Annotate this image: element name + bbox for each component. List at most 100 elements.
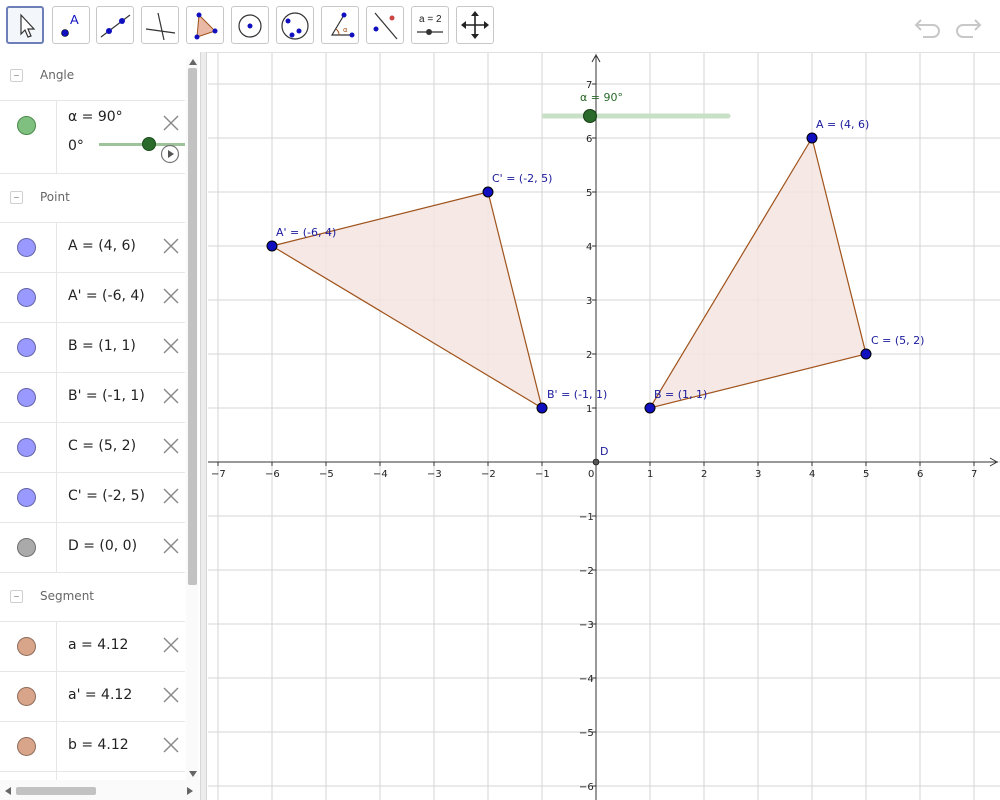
point-tool-label: A — [70, 12, 79, 27]
circle-tool-button[interactable] — [231, 6, 269, 44]
conic-tool-button[interactable] — [276, 6, 314, 44]
slider-tool-button[interactable]: a = 2 — [411, 6, 449, 44]
point-marker[interactable] — [860, 348, 872, 360]
algebra-item[interactable]: A = (4, 6) — [0, 223, 185, 273]
delete-icon[interactable] — [162, 287, 180, 305]
algebra-item[interactable]: a = 4.12 — [0, 622, 185, 672]
undo-button[interactable] — [913, 10, 945, 42]
algebra-item-expression[interactable]: A' = (-6, 4) — [68, 288, 145, 304]
scroll-down-arrow-icon[interactable] — [188, 770, 198, 778]
algebra-item-expression[interactable]: a = 4.12 — [68, 637, 128, 653]
redo-button[interactable] — [951, 10, 983, 42]
visibility-toggle[interactable] — [17, 637, 36, 656]
visibility-toggle[interactable] — [17, 288, 36, 307]
triangle-polygon[interactable] — [648, 136, 867, 409]
point-marker[interactable] — [592, 458, 600, 466]
delete-icon[interactable] — [162, 487, 180, 505]
collapse-icon[interactable] — [10, 590, 23, 603]
algebra-item-expression[interactable]: α = 90° — [68, 109, 123, 125]
visibility-toggle[interactable] — [17, 538, 36, 557]
delete-icon[interactable] — [162, 736, 180, 754]
triangle-polygon[interactable] — [270, 191, 543, 410]
algebra-scroll-thumb[interactable] — [188, 68, 197, 585]
y-tick-label: 4 — [586, 242, 592, 253]
group-header-segment[interactable]: Segment — [0, 573, 185, 622]
conic-icon — [281, 12, 309, 40]
algebra-item[interactable]: C' = (-2, 5) — [0, 473, 185, 523]
group-header-angle[interactable]: Angle — [0, 52, 185, 101]
scroll-up-arrow-icon[interactable] — [188, 58, 198, 66]
reflect-tool-button[interactable] — [366, 6, 404, 44]
visibility-toggle[interactable] — [17, 737, 36, 756]
x-tick-label: 4 — [809, 469, 815, 480]
visibility-toggle[interactable] — [17, 488, 36, 507]
algebra-item[interactable]: A' = (-6, 4) — [0, 273, 185, 323]
point-marker[interactable] — [536, 402, 548, 414]
x-tick-label: −2 — [481, 469, 496, 480]
delete-icon[interactable] — [162, 237, 180, 255]
polygon-tool-button[interactable] — [186, 6, 224, 44]
algebra-item-expression[interactable]: D = (0, 0) — [68, 538, 137, 554]
algebra-item-alpha[interactable]: α = 90° 0° — [0, 101, 185, 174]
toolbar: A α a = 2 — [0, 0, 1000, 53]
move-tool-button[interactable] — [6, 6, 44, 44]
delete-icon[interactable] — [162, 437, 180, 455]
line-tool-button[interactable] — [96, 6, 134, 44]
visibility-toggle[interactable] — [17, 116, 36, 135]
algebra-item-expression[interactable]: B = (1, 1) — [68, 338, 136, 354]
delete-icon[interactable] — [162, 686, 180, 704]
collapse-icon[interactable] — [10, 69, 23, 82]
collapse-icon[interactable] — [10, 191, 23, 204]
algebra-item-expression[interactable]: C' = (-2, 5) — [68, 488, 145, 504]
algebra-item[interactable]: a' = 4.12 — [0, 672, 185, 722]
algebra-item-expression[interactable]: C = (5, 2) — [68, 438, 136, 454]
graphics-slider[interactable]: α = 90° — [541, 91, 731, 123]
delete-icon[interactable] — [162, 636, 180, 654]
algebra-item[interactable]: b = 4.12 — [0, 722, 185, 772]
visibility-toggle[interactable] — [17, 388, 36, 407]
delete-icon[interactable] — [162, 114, 180, 132]
algebra-item[interactable]: C = (5, 2) — [0, 423, 185, 473]
algebra-hscroll-thumb[interactable] — [16, 787, 96, 795]
x-tick-label: 2 — [701, 469, 707, 480]
grid — [208, 53, 1000, 800]
reflect-line-icon — [373, 12, 398, 40]
algebra-item[interactable]: B' = (-1, 1) — [0, 373, 185, 423]
move-graphics-view-tool-button[interactable] — [456, 6, 494, 44]
algebra-item-expression[interactable]: B' = (-1, 1) — [68, 388, 145, 404]
slider-thumb[interactable] — [142, 137, 156, 151]
algebra-item[interactable]: D = (0, 0) — [0, 523, 185, 573]
graphics-slider-thumb[interactable] — [583, 109, 597, 123]
move-arrows-icon — [461, 11, 489, 39]
x-axis-arrow-icon — [989, 457, 999, 467]
perpendicular-line-tool-button[interactable] — [141, 6, 179, 44]
x-tick-label: 7 — [971, 469, 977, 480]
angle-tool-button[interactable]: α — [321, 6, 359, 44]
delete-icon[interactable] — [162, 387, 180, 405]
algebra-item-expression[interactable]: b = 4.12 — [68, 737, 129, 753]
visibility-toggle[interactable] — [17, 687, 36, 706]
group-header-point[interactable]: Point — [0, 174, 185, 223]
visibility-toggle[interactable] — [17, 438, 36, 457]
algebra-item-expression[interactable]: a' = 4.12 — [68, 687, 132, 703]
delete-icon[interactable] — [162, 537, 180, 555]
visibility-toggle[interactable] — [17, 238, 36, 257]
point-marker[interactable] — [482, 186, 494, 198]
delete-icon[interactable] — [162, 337, 180, 355]
y-tick-label: 5 — [586, 188, 592, 199]
view-divider[interactable] — [200, 52, 207, 800]
algebra-item[interactable]: B = (1, 1) — [0, 323, 185, 373]
play-icon[interactable] — [160, 144, 180, 164]
point-tool-button[interactable]: A — [52, 6, 90, 44]
algebra-item-expression[interactable]: A = (4, 6) — [68, 238, 136, 254]
point-marker[interactable] — [266, 240, 278, 252]
scroll-right-arrow-icon[interactable] — [186, 786, 194, 796]
point-marker[interactable] — [806, 132, 818, 144]
x-tick-label: 6 — [917, 469, 923, 480]
angle-icon: α — [330, 12, 355, 38]
redo-icon — [956, 19, 982, 38]
y-tick-label: −4 — [579, 674, 594, 685]
scroll-left-arrow-icon[interactable] — [4, 786, 12, 796]
visibility-toggle[interactable] — [17, 338, 36, 357]
point-marker[interactable] — [644, 402, 656, 414]
